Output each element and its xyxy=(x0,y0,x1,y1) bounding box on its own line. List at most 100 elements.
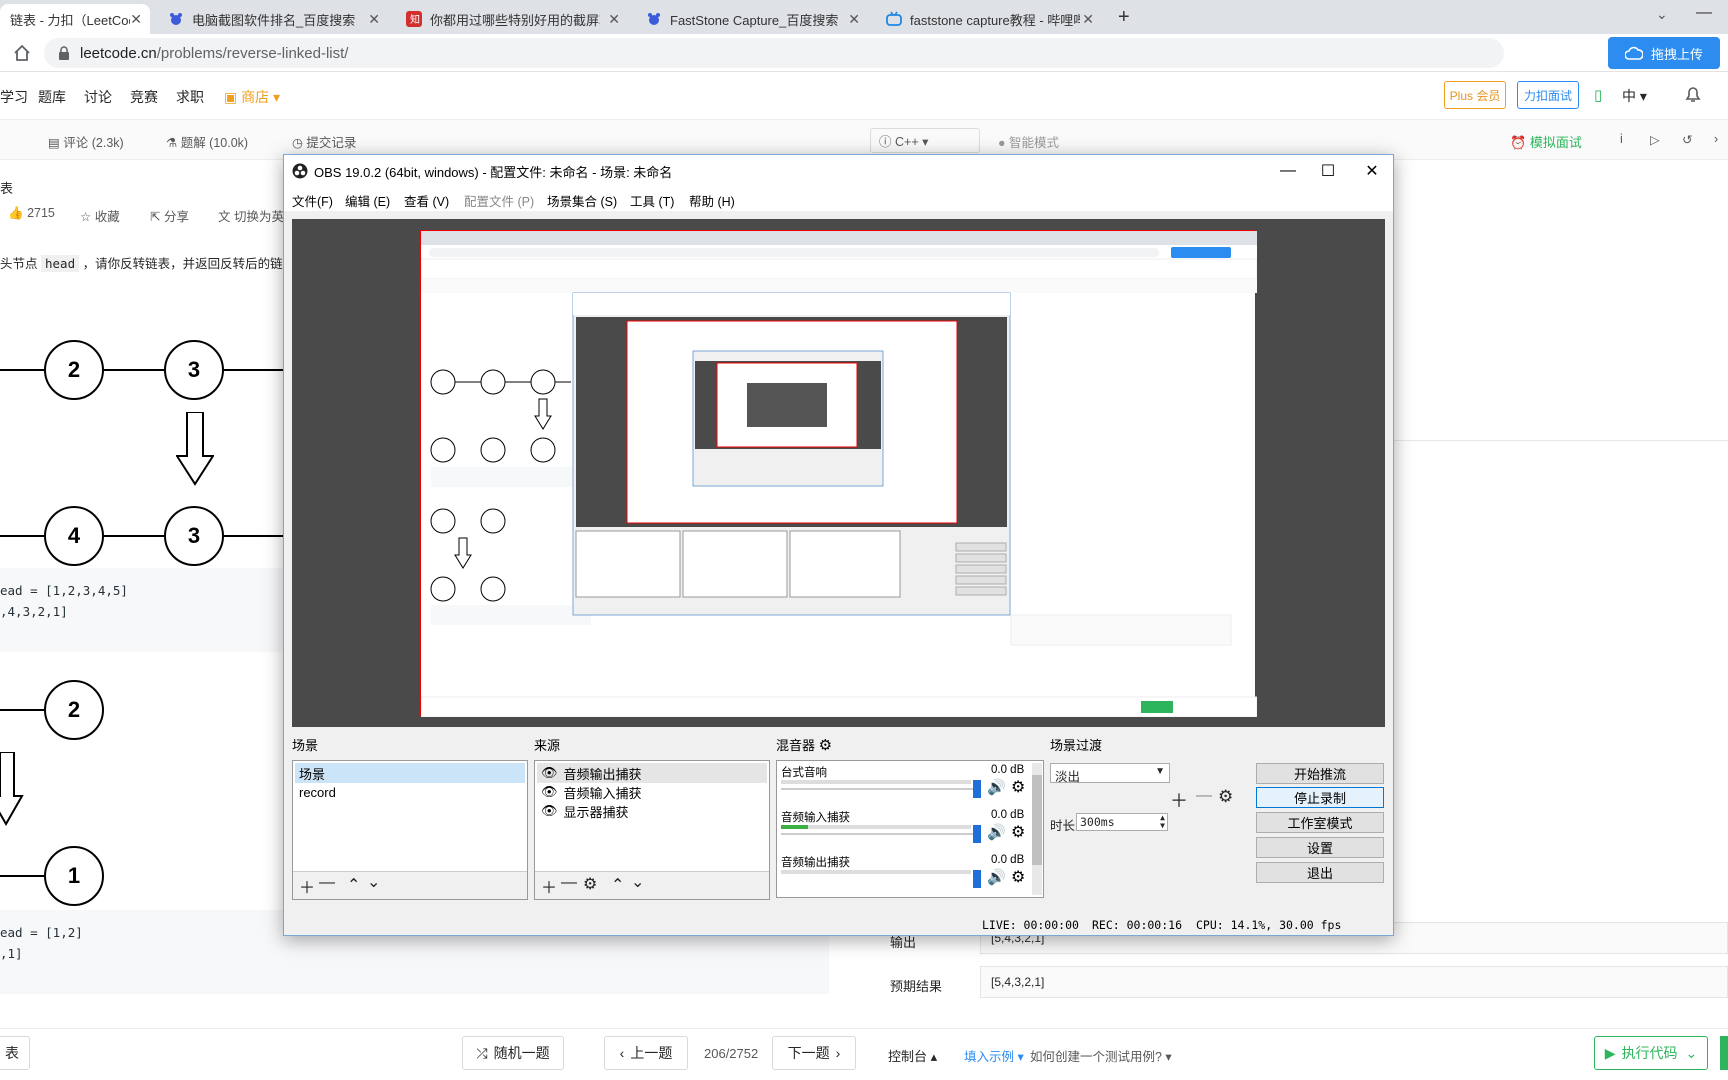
source-item[interactable]: 👁 显示器捕获 xyxy=(537,801,767,821)
close-icon[interactable]: ✕ xyxy=(1350,159,1394,183)
speaker-icon[interactable]: 🔊 xyxy=(987,778,1006,796)
nav-problems[interactable]: 题库 xyxy=(38,87,66,107)
volume-slider-track[interactable] xyxy=(781,833,977,835)
eye-icon[interactable]: 👁 xyxy=(541,803,558,819)
scene-item[interactable]: 场景 xyxy=(295,763,525,783)
eye-icon[interactable]: 👁 xyxy=(541,765,558,781)
language-select[interactable]: ⓘ C++ ▾ xyxy=(870,128,980,153)
spin-arrows-icon[interactable]: ▲ ▼ xyxy=(1160,814,1165,830)
menu-tools[interactable]: 工具 (T) xyxy=(630,191,674,210)
share-button[interactable]: ⇱ 分享 xyxy=(150,206,189,225)
gear-icon[interactable]: ⚙ xyxy=(583,874,597,894)
move-down-icon[interactable]: ⌄ xyxy=(367,872,380,892)
volume-slider-handle[interactable] xyxy=(973,825,981,843)
problem-list-button[interactable]: 表 xyxy=(0,1036,30,1070)
scrollbar-thumb[interactable] xyxy=(1032,775,1042,865)
speaker-icon[interactable]: 🔊 xyxy=(987,823,1006,841)
random-problem-button[interactable]: ⤮ 随机一题 xyxy=(462,1036,564,1070)
tab-solutions[interactable]: ⚗ 题解 (10.0k) xyxy=(166,132,248,151)
close-icon[interactable]: ✕ xyxy=(848,11,860,28)
close-icon[interactable]: ✕ xyxy=(368,11,380,28)
scene-item[interactable]: record xyxy=(295,782,525,802)
move-up-icon[interactable]: ⌃ xyxy=(347,875,360,895)
nav-discuss[interactable]: 讨论 xyxy=(84,87,112,107)
add-icon[interactable]: ＋ xyxy=(541,874,557,898)
exit-button[interactable]: 退出 xyxy=(1256,862,1384,883)
switch-language-button[interactable]: 文 切换为英 xyxy=(218,206,284,225)
move-up-icon[interactable]: ⌃ xyxy=(611,875,624,895)
tab-baidu-2[interactable]: FastStone Capture_百度搜索 ✕ xyxy=(636,4,868,34)
gear-icon[interactable]: ⚙ xyxy=(1011,822,1025,842)
nav-contest[interactable]: 竞赛 xyxy=(130,87,158,107)
like-button[interactable]: 👍 2715 xyxy=(8,206,55,221)
settings-button[interactable]: 设置 xyxy=(1256,837,1384,858)
menu-help[interactable]: 帮助 (H) xyxy=(689,191,735,210)
display-capture-preview[interactable] xyxy=(420,230,1257,717)
duration-spinbox[interactable]: 300ms ▲ ▼ xyxy=(1076,813,1168,831)
nav-jobs[interactable]: 求职 xyxy=(176,87,204,107)
gear-icon[interactable]: ⚙ xyxy=(1011,867,1025,887)
add-icon[interactable]: ＋ xyxy=(299,874,315,898)
upload-button[interactable]: 拖拽上传 xyxy=(1608,37,1720,69)
bell-icon[interactable] xyxy=(1684,84,1702,104)
volume-slider-track[interactable] xyxy=(781,788,977,790)
eye-icon[interactable]: 👁 xyxy=(541,784,558,800)
tab-list-chevron-icon[interactable]: ⌄ xyxy=(1656,6,1668,23)
home-icon[interactable] xyxy=(12,43,32,63)
gear-icon[interactable]: ⚙ xyxy=(1218,787,1233,807)
move-down-icon[interactable]: ⌄ xyxy=(631,872,644,892)
remove-icon[interactable]: — xyxy=(1196,787,1212,805)
url-input[interactable]: leetcode.cn/problems/reverse-linked-list… xyxy=(44,38,1504,68)
fill-example-link[interactable]: 填入示例 ▾ xyxy=(964,1046,1024,1065)
nav-store[interactable]: ▣ 商店 ▾ xyxy=(224,87,280,107)
close-icon[interactable]: ✕ xyxy=(608,11,620,28)
remove-icon[interactable]: — xyxy=(561,874,577,892)
favorite-button[interactable]: ☆ 收藏 xyxy=(80,206,120,225)
smart-mode-toggle[interactable]: ● 智能模式 xyxy=(998,132,1059,151)
submit-button[interactable] xyxy=(1720,1036,1728,1070)
menu-profile[interactable]: 配置文件 (P) xyxy=(464,191,534,210)
stop-recording-button[interactable]: 停止录制 xyxy=(1256,787,1384,808)
expand-icon[interactable]: › xyxy=(1714,132,1718,146)
prev-problem-button[interactable]: ‹ 上一题 xyxy=(604,1036,688,1070)
speaker-icon[interactable]: 🔊 xyxy=(987,868,1006,886)
how-testcase-link[interactable]: 如何创建一个测试用例? ▾ xyxy=(1030,1046,1172,1065)
close-icon[interactable]: ✕ xyxy=(1082,11,1094,28)
nav-learn[interactable]: 学习 xyxy=(0,87,28,107)
add-icon[interactable]: ＋ xyxy=(1170,787,1188,813)
source-item[interactable]: 👁 音频输出捕获 xyxy=(537,763,767,783)
volume-slider-handle[interactable] xyxy=(973,870,981,888)
menu-file[interactable]: 文件(F) xyxy=(292,191,333,210)
maximize-icon[interactable]: ☐ xyxy=(1306,159,1350,183)
menu-edit[interactable]: 编辑 (E) xyxy=(345,191,390,210)
close-icon[interactable]: ✕ xyxy=(130,11,142,28)
tab-comments[interactable]: ▤ 评论 (2.3k) xyxy=(48,132,124,151)
tab-leetcode[interactable]: 链表 - 力扣（LeetCode ✕ xyxy=(0,4,150,34)
obs-preview[interactable] xyxy=(292,219,1385,727)
menu-view[interactable]: 查看 (V) xyxy=(404,191,449,210)
mixer-scrollbar[interactable] xyxy=(1032,763,1042,895)
gear-icon[interactable]: ⚙ xyxy=(1011,777,1025,797)
gear-icon[interactable]: ⚙ xyxy=(819,737,832,754)
remove-icon[interactable]: — xyxy=(319,874,335,892)
transition-select[interactable]: 淡出 ▼ xyxy=(1050,763,1170,784)
volume-slider-handle[interactable] xyxy=(973,780,981,798)
start-streaming-button[interactable]: 开始推流 xyxy=(1256,763,1384,784)
minimize-icon[interactable]: — xyxy=(1266,159,1310,183)
next-problem-button[interactable]: 下一题 › xyxy=(772,1036,856,1070)
phone-icon[interactable]: ▯ xyxy=(1594,86,1602,104)
plus-member-button[interactable]: Plus 会员 xyxy=(1444,81,1506,109)
run-code-button[interactable]: ▶ 执行代码 ⌄ xyxy=(1594,1036,1708,1070)
tab-zhihu[interactable]: 知 你都用过哪些特别好用的截屏软 ✕ xyxy=(396,4,628,34)
menu-scene-collection[interactable]: 场景集合 (S) xyxy=(547,191,617,210)
console-toggle[interactable]: 控制台 ▴ xyxy=(888,1046,937,1065)
play-icon[interactable]: ▷ xyxy=(1650,132,1660,147)
info-icon[interactable]: i xyxy=(1620,132,1623,146)
language-switch[interactable]: 中 ▾ xyxy=(1622,86,1647,106)
mock-interview-button[interactable]: ⏰ 模拟面试 xyxy=(1510,132,1582,151)
tab-submissions[interactable]: ◷ 提交记录 xyxy=(292,132,356,151)
source-item[interactable]: 👁 音频输入捕获 xyxy=(537,782,767,802)
reset-icon[interactable]: ↺ xyxy=(1682,132,1692,147)
interview-button[interactable]: 力扣面试 xyxy=(1517,81,1579,109)
minimize-icon[interactable]: — xyxy=(1696,4,1712,22)
